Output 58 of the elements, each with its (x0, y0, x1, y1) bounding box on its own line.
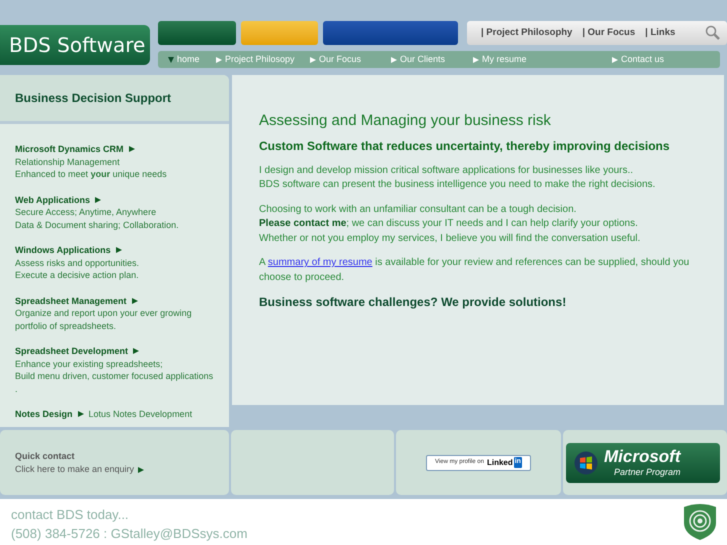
paragraph-line: Please contact me; we can discuss your IT needs and I can help clarify your options. (259, 217, 639, 231)
content-title: Assessing and Managing your business risk (259, 112, 552, 130)
sidebar-text: Assess risks and opportunities. (15, 256, 140, 269)
sidebar-text: Execute a decisive action plan. (15, 269, 140, 282)
sidebar-text: Enhance your existing spreadsheets; (15, 358, 164, 370)
paragraph-line: Choosing to work with an unfamiliar consultant can be a tough decision. (259, 202, 578, 216)
resume-paragraph: A summary of my resume is available for your review and references can be supplied, should you choose to proceed. (259, 256, 690, 284)
down-triangle-icon (168, 56, 174, 62)
menu-tab[interactable] (323, 21, 458, 45)
partner-badge[interactable]: Microsoft Partner Program (566, 442, 720, 482)
right-triangle-icon (391, 56, 397, 62)
resume-link[interactable]: summary of my resume (268, 257, 372, 268)
content-subtitle: Custom Software that reduces uncertainty, thereby improving decisions (259, 139, 671, 154)
footer-text: (508) 384-5726 : GStalley@BDSsys.com (11, 525, 248, 543)
right-triangle-icon (78, 411, 84, 418)
right-triangle-icon (116, 247, 122, 254)
quick-contact-title: Quick contact (15, 450, 76, 463)
menu-tab[interactable] (241, 21, 318, 45)
sidebar-text: Data & Document sharing; Collaboration. (15, 218, 180, 231)
sidebar-link[interactable]: Microsoft Dynamics CRM (15, 143, 124, 156)
right-triangle-icon (95, 196, 102, 203)
sidebar-text: Enhanced to meet your unique needs (15, 168, 168, 180)
right-triangle-icon (128, 146, 135, 152)
paragraph-line: Whether or not you employ my services, I believe you will find the conversation useful. (259, 232, 642, 246)
sidebar-text: Relationship Management (15, 156, 121, 168)
right-triangle-icon (133, 348, 140, 354)
sidebar-title: Business Decision Support (15, 90, 172, 107)
top-link[interactable]: | Our Focus (582, 26, 636, 40)
sidebar-link[interactable]: Spreadsheet Management (15, 294, 127, 307)
partner-brand: Microsoft (604, 448, 680, 466)
right-triangle-icon (132, 298, 138, 304)
top-link[interactable]: | Links (645, 26, 676, 40)
footer-text: contact BDS today... (11, 506, 130, 524)
sidebar-text: . (15, 382, 19, 395)
partner-program: Partner Program (614, 466, 680, 478)
right-triangle-icon (612, 56, 618, 62)
sidebar-link[interactable]: Web Applications (15, 194, 90, 206)
top-link[interactable]: | Project Philosophy (481, 26, 572, 40)
logo[interactable]: BDS Software (0, 25, 150, 65)
enquiry-link[interactable]: Click here to make an enquiry (15, 463, 229, 476)
paragraph-line: BDS software can present the business intelligence you need to make the right decisions. (259, 178, 656, 192)
tagline: Business software challenges? We provide solutions! (259, 295, 568, 310)
right-triangle-icon (473, 56, 479, 62)
sidebar-link[interactable]: Spreadsheet Development (15, 345, 128, 358)
sidebar-text: Organize and report upon your ever growing portfolio of spreadsheets. (15, 307, 193, 332)
sidebar-text: Lotus Notes Development (88, 408, 192, 420)
right-triangle-icon (216, 56, 222, 62)
sidebar-link[interactable]: Notes Design (15, 408, 73, 420)
sidebar-link[interactable]: Windows Applications (15, 244, 111, 256)
search-icon[interactable] (705, 25, 721, 41)
paragraph-line: I design and develop mission critical software applications for businesses like yours.. (259, 164, 634, 178)
sidebar-text: Build menu driven, customer focused applications (15, 370, 214, 382)
menu-tab[interactable] (158, 21, 236, 45)
right-triangle-icon (310, 56, 316, 62)
shield-icon (683, 503, 717, 541)
windows-flag-icon (574, 450, 598, 474)
sidebar-text: Secure Access; Anytime, Anywhere (15, 206, 158, 218)
right-triangle-icon (138, 466, 144, 472)
